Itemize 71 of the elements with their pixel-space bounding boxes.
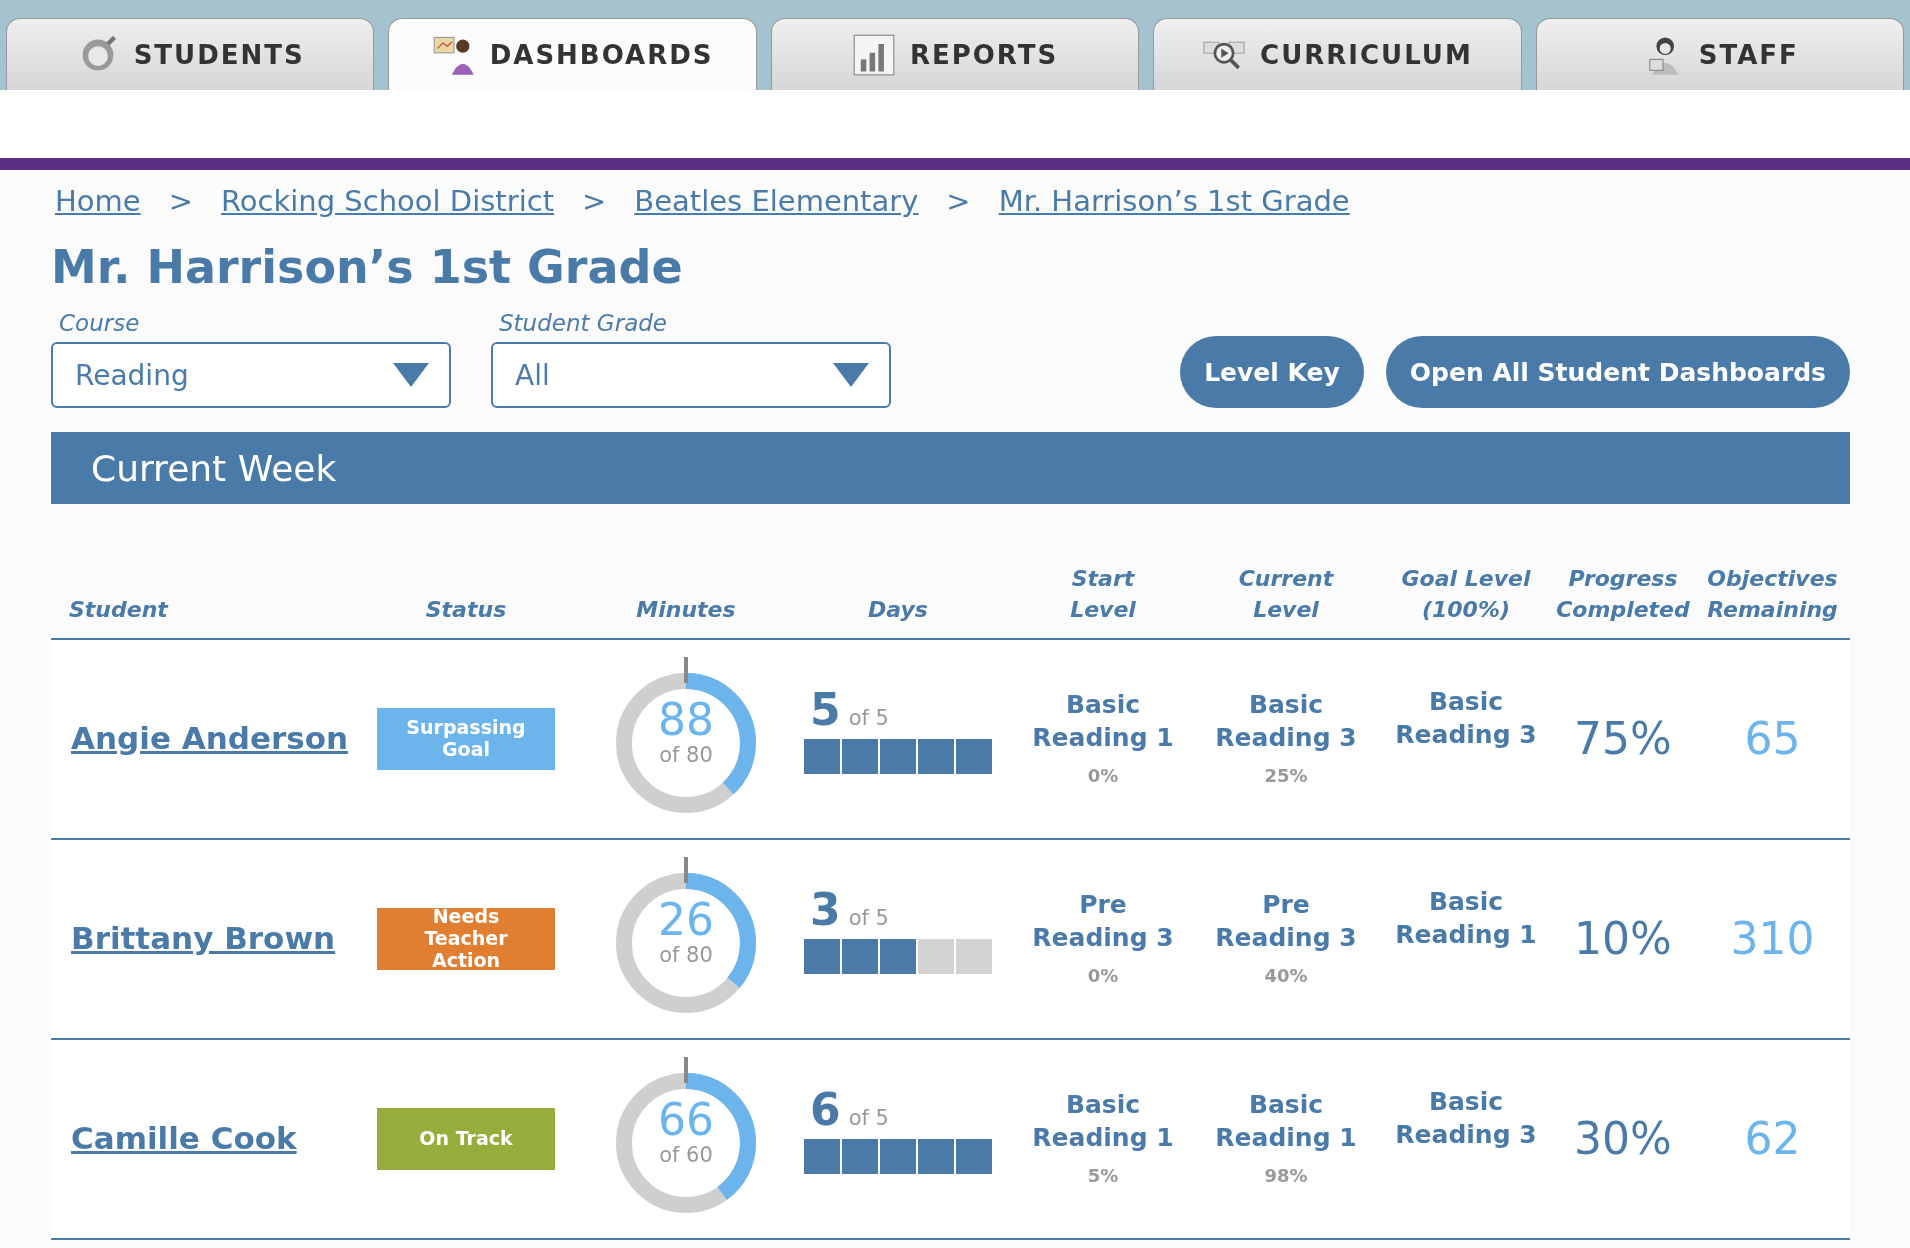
- level-name: Basic Reading 1: [1031, 1089, 1175, 1154]
- level-percent: 40%: [1264, 964, 1308, 988]
- level-percent: 98%: [1264, 1164, 1308, 1188]
- dropdown-select[interactable]: All: [491, 342, 891, 408]
- nav-tab[interactable]: STUDENTS: [6, 18, 375, 90]
- minutes-goal: of 80: [659, 942, 713, 967]
- nav-tab[interactable]: CURRICULUM: [1153, 18, 1522, 90]
- days-value: 6: [810, 1083, 841, 1135]
- minutes-value: 66: [658, 1096, 714, 1143]
- minutes-goal: of 60: [659, 1142, 713, 1167]
- days-value: 5: [810, 683, 841, 735]
- progress-percent: 10%: [1574, 913, 1672, 965]
- filter-label: Student Grade: [498, 310, 668, 336]
- level-name: Pre Reading 3: [1031, 889, 1175, 954]
- breadcrumb-link[interactable]: Beatles Elementary: [634, 184, 919, 218]
- breadcrumb-link[interactable]: Mr. Harrison’s 1st Grade: [998, 184, 1350, 218]
- column-header: Current Level: [1237, 565, 1335, 624]
- objectives-count: 65: [1744, 713, 1801, 765]
- dropdown-select[interactable]: Reading: [51, 342, 451, 408]
- breadcrumb-link[interactable]: Rocking School District: [220, 184, 554, 218]
- level-percent: 0%: [1087, 764, 1119, 788]
- level-name: Basic Reading 3: [1394, 1086, 1538, 1151]
- minutes-value: 88: [658, 696, 714, 743]
- student-link[interactable]: Camille Cook: [71, 1117, 297, 1160]
- section-title: Current Week: [91, 447, 337, 489]
- level-percent: 5%: [1087, 1164, 1119, 1188]
- breadcrumb-link[interactable]: Home: [55, 184, 141, 218]
- column-header: Days: [867, 595, 929, 624]
- breadcrumb-separator: >: [168, 184, 193, 218]
- days-goal: of 5: [848, 905, 889, 930]
- level-name: Basic Reading 1: [1214, 1089, 1358, 1154]
- level-name: Basic Reading 3: [1214, 689, 1358, 754]
- page-title: Mr. Harrison’s 1st Grade: [51, 240, 684, 294]
- column-header: Goal Level (100%): [1400, 565, 1532, 624]
- column-header: Student: [68, 595, 170, 624]
- days-goal: of 5: [848, 705, 889, 730]
- days-value: 3: [810, 883, 841, 935]
- column-header: Minutes: [635, 595, 737, 624]
- filter-label: Course: [58, 310, 141, 336]
- status-badge: Surpassing Goal: [377, 707, 555, 770]
- breadcrumb-separator: >: [946, 184, 971, 218]
- nav-tab[interactable]: STAFF: [1535, 18, 1905, 90]
- status-badge: On Track: [377, 1107, 555, 1170]
- progress-percent: 30%: [1574, 1113, 1672, 1165]
- action-button[interactable]: Level Key: [1180, 336, 1364, 408]
- objectives-count: 62: [1744, 1113, 1801, 1165]
- nav-tab[interactable]: REPORTS: [770, 18, 1140, 90]
- progress-percent: 75%: [1574, 713, 1672, 765]
- level-name: Pre Reading 3: [1214, 889, 1358, 954]
- level-percent: 25%: [1264, 764, 1308, 788]
- level-name: Basic Reading 1: [1394, 886, 1538, 951]
- days-goal: of 5: [848, 1105, 889, 1130]
- column-header: Start Level: [1069, 565, 1137, 624]
- student-link[interactable]: Angie Anderson: [71, 717, 349, 760]
- column-header: Status: [424, 595, 508, 624]
- status-badge: Needs Teacher Action: [377, 907, 555, 970]
- breadcrumb-separator: >: [582, 184, 607, 218]
- level-name: Basic Reading 1: [1031, 689, 1175, 754]
- level-percent: 0%: [1087, 964, 1119, 988]
- level-name: Basic Reading 3: [1394, 686, 1538, 751]
- bar-chart-icon: [851, 32, 896, 77]
- action-button[interactable]: Open All Student Dashboards: [1385, 336, 1850, 408]
- student-link[interactable]: Brittany Brown: [71, 917, 336, 960]
- objectives-count: 310: [1730, 913, 1815, 965]
- minutes-goal: of 80: [659, 742, 713, 767]
- minutes-value: 26: [658, 896, 714, 943]
- nav-tab[interactable]: DASHBOARDS: [388, 18, 757, 90]
- column-header: Objectives Remaining: [1706, 565, 1839, 624]
- caret-icon: [393, 363, 429, 387]
- column-header: Progress Completed: [1555, 565, 1691, 624]
- caret-icon: [833, 363, 869, 387]
